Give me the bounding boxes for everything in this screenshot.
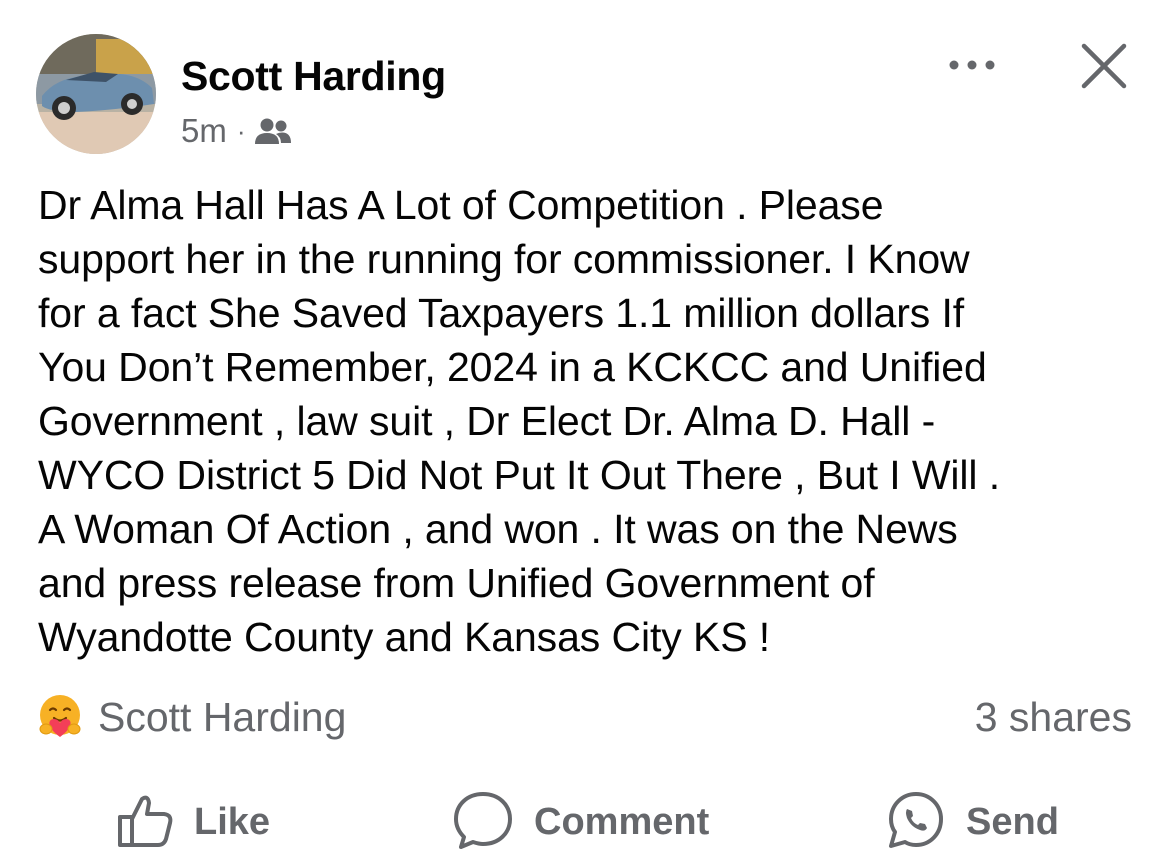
- like-label: Like: [194, 800, 271, 843]
- comment-icon: [452, 790, 514, 855]
- like-button[interactable]: Like: [116, 790, 270, 854]
- author-name[interactable]: Scott Harding: [181, 52, 446, 100]
- shares-count[interactable]: 3 shares: [975, 693, 1132, 741]
- avatar-car-image: [36, 34, 156, 154]
- whatsapp-icon: [886, 790, 946, 855]
- care-reaction-icon: [36, 693, 84, 741]
- like-icon: [116, 791, 174, 854]
- post-time[interactable]: 5m: [181, 112, 227, 150]
- comment-button[interactable]: Comment: [452, 790, 709, 854]
- comment-label: Comment: [534, 800, 710, 843]
- send-label: Send: [966, 800, 1059, 843]
- post-text: Dr Alma Hall Has A Lot of Competition . …: [38, 182, 1001, 660]
- post-meta: 5m ·: [181, 112, 292, 150]
- close-icon[interactable]: [1078, 40, 1130, 92]
- meta-separator: ·: [236, 115, 246, 146]
- reactions-summary[interactable]: Scott Harding: [36, 693, 346, 741]
- more-options-icon[interactable]: [945, 52, 999, 78]
- friends-icon[interactable]: [254, 116, 292, 146]
- reactor-name[interactable]: Scott Harding: [98, 694, 346, 741]
- author-avatar[interactable]: [36, 34, 156, 154]
- send-button[interactable]: Send: [886, 790, 1059, 854]
